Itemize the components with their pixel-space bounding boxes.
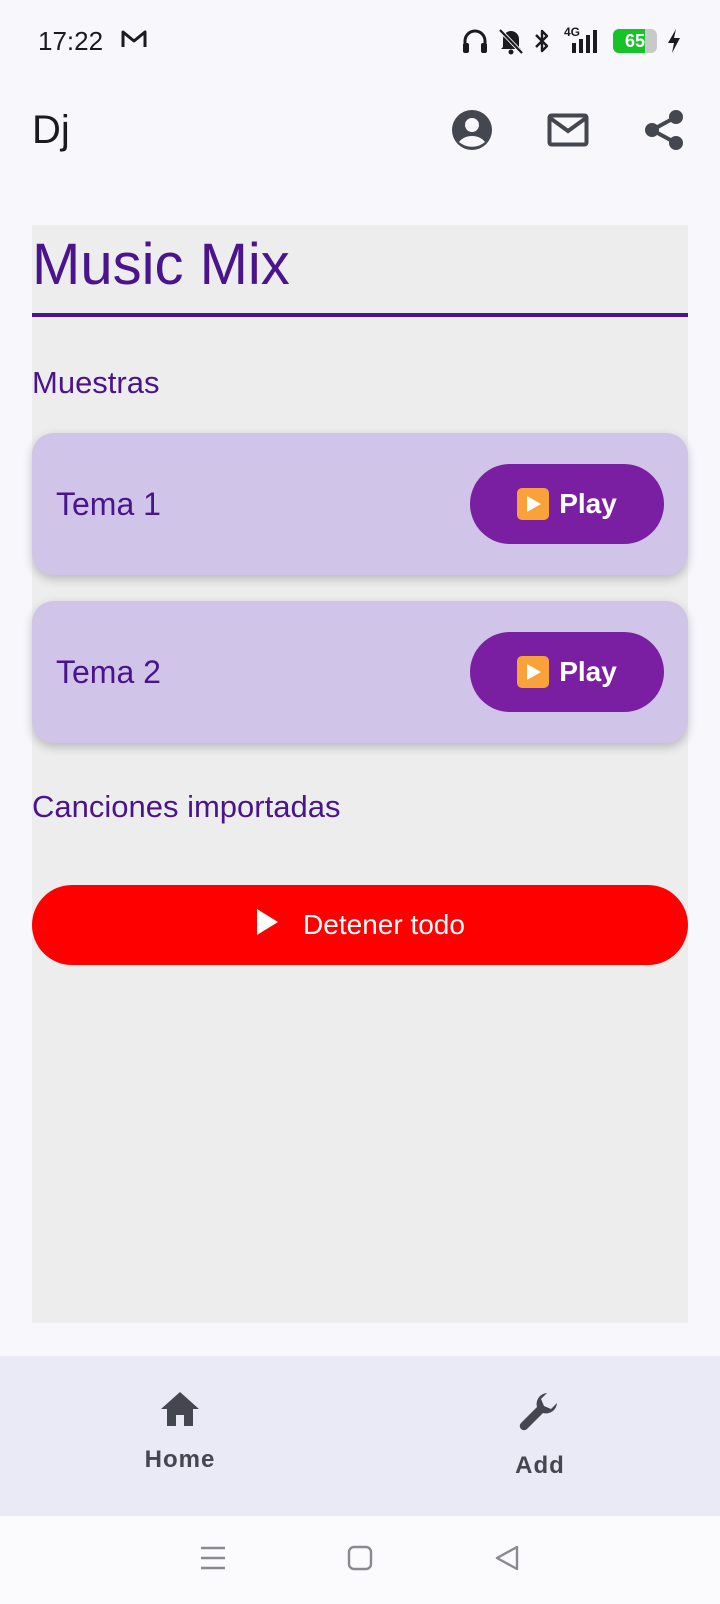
share-icon[interactable] [642,108,686,152]
track-card-2: Tema 2 Play [32,601,688,743]
play-icon [517,488,550,520]
menu-icon[interactable] [199,1545,227,1575]
play-button-tema-2[interactable]: Play [470,632,664,712]
app-title: Dj [32,107,70,152]
stop-all-button[interactable]: Detener todo [32,885,688,965]
play-label: Play [559,488,617,519]
play-icon [517,656,550,688]
nav-label-add: Add [515,1452,565,1479]
samples-label: Muestras [32,365,160,400]
screen: 17:22 4G 65 Dj Music Mix Muestras Tema 1… [0,0,720,1604]
page-title: Music Mix [32,225,688,317]
play-icon [255,908,279,943]
track-name: Tema 2 [56,653,161,690]
battery-level: 65 [624,30,646,51]
app-bar: Dj [0,82,720,178]
mute-icon [498,27,524,55]
signal-icon: 4G [560,25,604,55]
system-nav [0,1516,720,1604]
imported-songs-label: Canciones importadas [32,789,341,824]
status-time: 17:22 [38,25,104,56]
status-left: 17:22 [38,26,147,57]
stop-all-label: Detener todo [303,909,465,940]
gmail-icon [121,29,147,53]
app-actions [450,108,686,152]
account-icon[interactable] [450,108,494,152]
track-name: Tema 1 [56,485,161,522]
main-panel: Music Mix Muestras Tema 1 Play Tema 2 Pl… [32,225,688,1323]
home-square-icon[interactable] [346,1544,374,1576]
bluetooth-icon [533,27,551,55]
status-bar: 17:22 4G 65 [0,0,720,82]
network-type: 4G [564,25,581,39]
status-right: 4G 65 [461,25,682,55]
mail-icon[interactable] [546,108,590,152]
play-label: Play [559,656,617,687]
home-icon [159,1390,201,1432]
bottom-nav: Home Add [0,1356,720,1516]
headphones-icon [461,27,489,55]
charging-icon [666,27,682,55]
wrench-icon [517,1390,563,1438]
back-icon[interactable] [493,1544,521,1576]
nav-item-home[interactable]: Home [0,1356,360,1516]
play-button-tema-1[interactable]: Play [470,464,664,544]
track-card-1: Tema 1 Play [32,433,688,575]
nav-item-add[interactable]: Add [360,1356,720,1516]
battery-icon: 65 [613,29,657,53]
nav-label-home: Home [144,1446,216,1473]
